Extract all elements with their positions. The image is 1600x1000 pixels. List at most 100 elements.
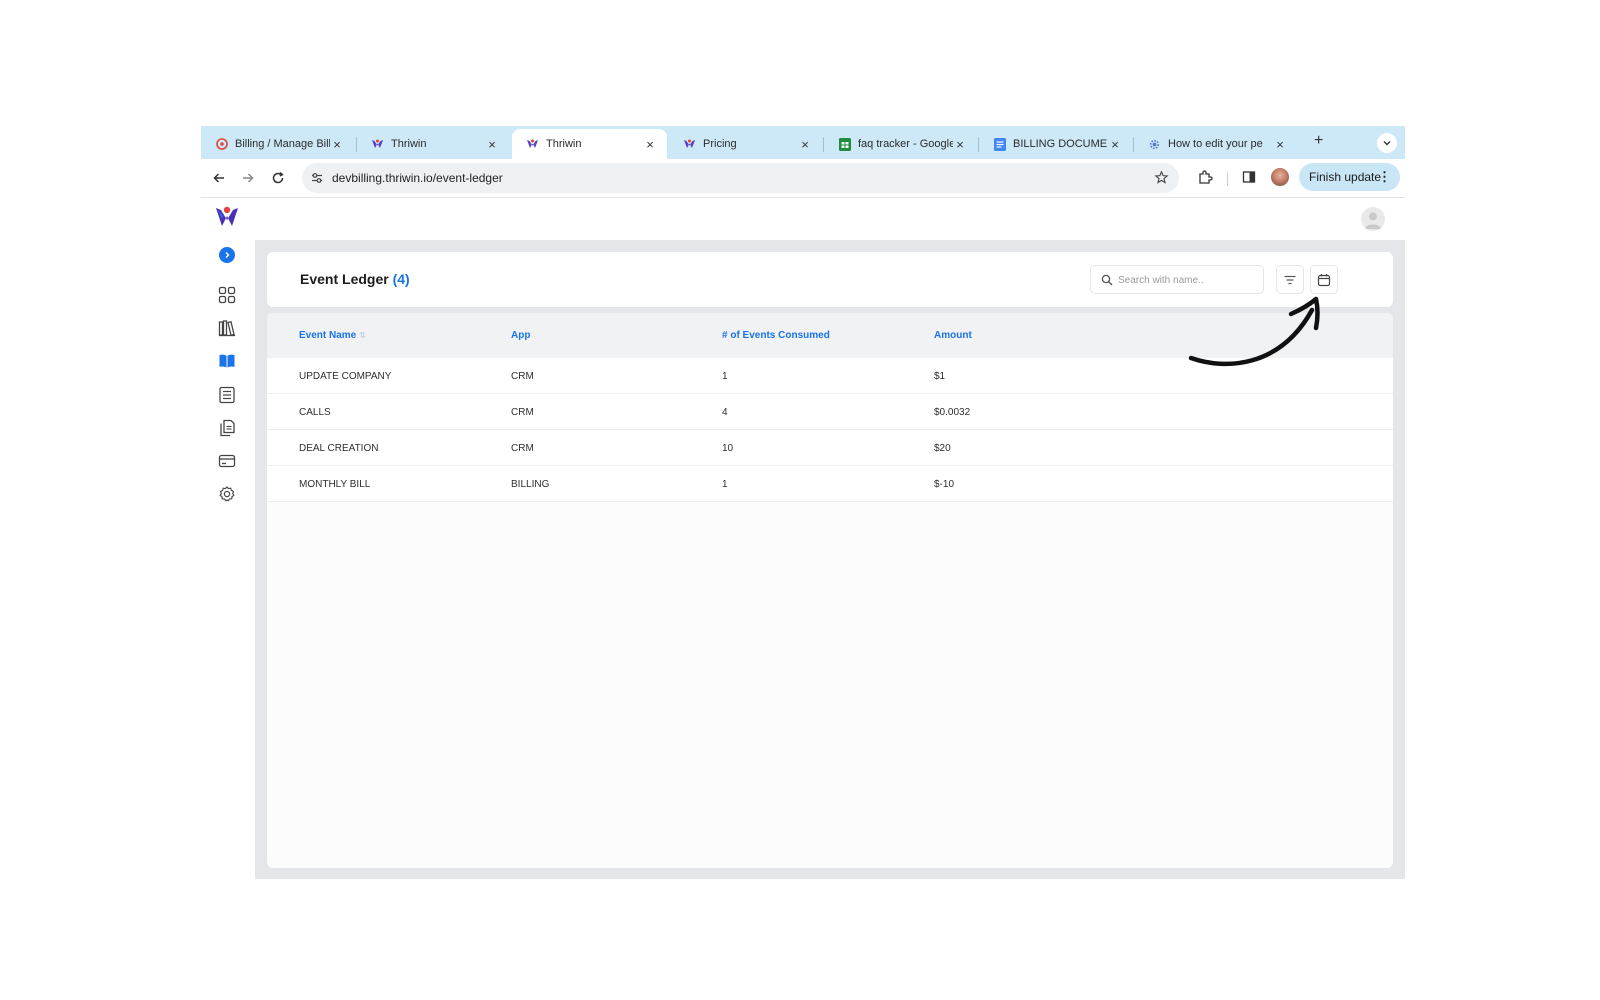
list-icon: [219, 386, 235, 404]
thriwin-favicon: [683, 138, 696, 151]
cell-events-consumed: 1: [722, 479, 728, 490]
column-header-amount[interactable]: Amount: [934, 330, 972, 341]
sidebar-item-documents[interactable]: [217, 418, 237, 438]
chevron-down-icon: [1383, 141, 1391, 146]
tab-title: How to edit your pe: [1168, 138, 1263, 150]
arrow-left-icon: [213, 173, 224, 183]
credit-card-icon: [218, 454, 236, 468]
calendar-button[interactable]: [1310, 265, 1338, 294]
cell-event-name: MONTHLY BILL: [299, 479, 371, 490]
thriwin-favicon: [371, 138, 384, 151]
documents-icon: [220, 419, 235, 437]
sidebar-item-library[interactable]: [217, 318, 237, 338]
tab-thriwin-active[interactable]: Thriwin ×: [512, 129, 667, 159]
close-icon[interactable]: ×: [798, 137, 812, 152]
sidebar-item-billing[interactable]: [217, 451, 237, 471]
forward-button[interactable]: [237, 167, 259, 189]
tab-faq-tracker[interactable]: faq tracker - Google ×: [824, 129, 977, 159]
finish-update-button[interactable]: Finish update ⋮: [1299, 163, 1400, 191]
cell-amount: $1: [934, 371, 946, 382]
table-row[interactable]: MONTHLY BILL BILLING 1 $-10: [267, 466, 1393, 502]
tab-thriwin-1[interactable]: Thriwin ×: [357, 129, 509, 159]
browser-window: Billing / Manage Billi × Thriwin × Thriw…: [201, 126, 1405, 879]
side-panel-icon[interactable]: [1240, 168, 1258, 186]
column-header-event-name[interactable]: Event Name ⇅: [299, 330, 366, 341]
annotation-arrow-icon: [1188, 296, 1320, 367]
record-count: (4): [392, 271, 410, 287]
site-settings-icon[interactable]: [310, 171, 324, 190]
close-icon[interactable]: ×: [330, 137, 344, 152]
extensions-icon[interactable]: [1196, 168, 1214, 186]
event-ledger-table: Event Name ⇅ App # of Events Consumed Amo…: [267, 313, 1393, 868]
thriwin-favicon: [526, 138, 539, 151]
cell-events-consumed: 10: [722, 443, 734, 454]
sidebar-item-dashboard[interactable]: [217, 285, 237, 305]
cell-app: CRM: [511, 371, 534, 382]
tab-title: Pricing: [703, 138, 737, 150]
more-vertical-icon[interactable]: ⋮: [1378, 170, 1391, 183]
grid-icon: [218, 286, 236, 304]
arrow-right-icon: [243, 173, 254, 183]
sidebar-item-list[interactable]: [217, 385, 237, 405]
sidebar-item-event-ledger[interactable]: [217, 351, 237, 371]
profile-avatar[interactable]: [1271, 168, 1289, 186]
gear-icon: [219, 486, 235, 502]
column-header-label: Event Name: [299, 330, 357, 341]
gear-favicon: [1148, 138, 1161, 151]
search-input[interactable]: [1118, 272, 1258, 288]
column-header-events-consumed[interactable]: # of Events Consumed: [722, 330, 830, 341]
cell-app: BILLING: [511, 479, 550, 490]
tab-billing[interactable]: Billing / Manage Billi ×: [201, 129, 354, 159]
sheets-favicon: [838, 137, 851, 151]
back-button[interactable]: [208, 167, 230, 189]
finish-update-label: Finish update: [1309, 170, 1382, 184]
chevron-right-icon: [225, 252, 230, 258]
close-icon[interactable]: ×: [485, 137, 499, 152]
open-book-icon: [219, 354, 235, 368]
table-row[interactable]: DEAL CREATION CRM 10 $20: [267, 430, 1393, 466]
sidebar: [201, 199, 255, 879]
column-header-app[interactable]: App: [511, 330, 530, 341]
cell-events-consumed: 1: [722, 371, 728, 382]
filter-button[interactable]: [1276, 265, 1304, 294]
tab-search-button[interactable]: [1377, 133, 1397, 153]
address-bar[interactable]: devbilling.thriwin.io/event-ledger: [302, 163, 1179, 193]
billing-favicon: [215, 138, 228, 151]
close-icon[interactable]: ×: [953, 137, 967, 152]
tab-pricing[interactable]: Pricing ×: [669, 129, 822, 159]
cell-event-name: CALLS: [299, 407, 331, 418]
tab-how-to-edit[interactable]: How to edit your pe ×: [1134, 129, 1297, 159]
search-icon: [1101, 273, 1113, 291]
reload-icon: [272, 171, 284, 184]
new-tab-button[interactable]: +: [1314, 132, 1323, 150]
tab-title: Billing / Manage Billi: [235, 138, 330, 150]
cell-events-consumed: 4: [722, 407, 728, 418]
tab-title: faq tracker - Google: [858, 138, 953, 150]
close-icon[interactable]: ×: [643, 137, 657, 152]
tab-title: BILLING DOCUMEN: [1013, 138, 1108, 150]
page-title-text: Event Ledger: [300, 271, 389, 287]
browser-toolbar: devbilling.thriwin.io/event-ledger Finis…: [201, 159, 1405, 198]
page-title: Event Ledger (4): [300, 271, 410, 287]
search-box[interactable]: [1090, 265, 1264, 294]
tab-strip: Billing / Manage Billi × Thriwin × Thriw…: [201, 126, 1405, 159]
close-icon[interactable]: ×: [1273, 137, 1287, 152]
tab-billing-document[interactable]: BILLING DOCUMEN ×: [979, 129, 1132, 159]
cell-app: CRM: [511, 443, 534, 454]
sidebar-item-settings[interactable]: [217, 484, 237, 504]
expand-sidebar-button[interactable]: [219, 247, 235, 263]
calendar-icon: [1317, 273, 1331, 286]
thriwin-logo[interactable]: [214, 204, 240, 230]
table-row[interactable]: CALLS CRM 4 $0.0032: [267, 394, 1393, 430]
cell-event-name: DEAL CREATION: [299, 443, 379, 454]
close-icon[interactable]: ×: [1108, 137, 1122, 152]
sort-icon[interactable]: ⇅: [359, 331, 366, 340]
tab-title: Thriwin: [391, 138, 427, 150]
cell-event-name: UPDATE COMPANY: [299, 371, 392, 382]
docs-favicon: [993, 137, 1006, 151]
user-avatar[interactable]: [1361, 207, 1385, 231]
url-text[interactable]: devbilling.thriwin.io/event-ledger: [332, 171, 503, 185]
reload-button[interactable]: [267, 167, 289, 189]
cell-amount: $20: [934, 443, 951, 454]
bookmark-star-icon[interactable]: [1154, 170, 1169, 190]
